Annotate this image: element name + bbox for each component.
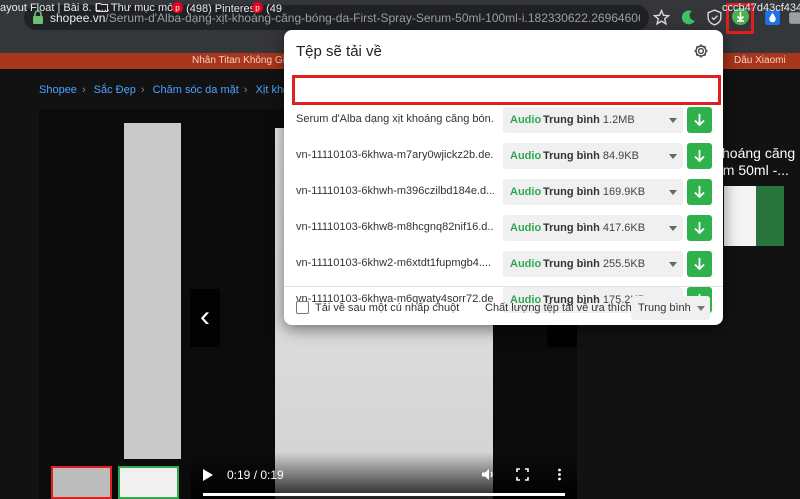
- format-label: Audio: [510, 114, 542, 126]
- media-thumbnail[interactable]: [118, 466, 179, 499]
- promo-text-right: Dâu Xiaomi: [734, 55, 786, 66]
- download-button[interactable]: [687, 251, 712, 277]
- chevron-down-icon: [669, 262, 677, 267]
- breadcrumb: Shopee › Sắc Đẹp › Chăm sóc da mặt › Xịt kh…: [39, 84, 308, 96]
- download-row: Serum d'Alba dạng xịt khoáng căng bón...…: [284, 102, 723, 138]
- folder-icon: [96, 3, 108, 12]
- video-progress-fill: [203, 493, 565, 496]
- format-quality-select[interactable]: Audio Trung bình 1.2MB: [503, 107, 683, 133]
- prev-media-button[interactable]: ‹: [190, 289, 220, 347]
- bookmark-item[interactable]: ayout Float | Bài 8. L...: [0, 2, 110, 14]
- volume-icon[interactable]: [481, 468, 495, 481]
- download-row: vn-11110103-6khwa-m7ary0wjickz2b.de... Au…: [284, 138, 723, 174]
- format-quality-select[interactable]: Audio Trung bình 417.6KB: [503, 215, 683, 241]
- download-button[interactable]: [687, 179, 712, 205]
- download-button[interactable]: [687, 215, 712, 241]
- product-variant-image[interactable]: [724, 186, 784, 246]
- pinterest-icon: p: [252, 2, 263, 13]
- quality-size-label: Trung bình 417.6KB: [543, 222, 646, 234]
- quality-size-label: Trung bình 255.5KB: [543, 258, 646, 270]
- bookmark-pinterest-2[interactable]: p (49: [252, 2, 282, 15]
- preferred-quality-label: Chất lượng tệp tải về ưa thích: [485, 302, 632, 314]
- file-name: vn-11110103-6khwh-m396czilbd184e.d...: [296, 185, 494, 197]
- bookmark-item[interactable]: cccb47d43cf43470...: [722, 2, 800, 14]
- popup-title: Tệp sẽ tải về: [296, 43, 382, 60]
- video-progress[interactable]: [203, 493, 565, 496]
- format-label: Audio: [510, 150, 542, 162]
- shield-icon[interactable]: [706, 9, 723, 26]
- download-arrow-icon: [694, 222, 705, 235]
- popup-divider: [284, 286, 723, 287]
- video-time: 0:19 / 0:19: [227, 468, 284, 482]
- download-button[interactable]: [687, 107, 712, 133]
- download-arrow-icon: [694, 258, 705, 271]
- svg-text:p: p: [175, 4, 180, 13]
- fullscreen-icon[interactable]: [516, 468, 529, 481]
- chevron-down-icon: [697, 306, 705, 311]
- bookmark-pinterest[interactable]: p (498) Pinterest: [172, 2, 258, 15]
- preferred-quality-select[interactable]: Trung bình: [631, 296, 710, 320]
- chevron-down-icon: [669, 118, 677, 123]
- breadcrumb-item[interactable]: Sắc Đẹp: [94, 84, 136, 96]
- play-icon[interactable]: [203, 469, 213, 481]
- selected-row-highlight: [292, 75, 721, 105]
- download-arrow-icon: [694, 150, 705, 163]
- file-name: vn-11110103-6khw2-m6xtdt1fupmgb4....: [296, 257, 492, 269]
- chevron-down-icon: [669, 226, 677, 231]
- gear-icon[interactable]: [693, 43, 709, 59]
- file-name: Serum d'Alba dạng xịt khoáng căng bón...: [296, 113, 494, 125]
- media-thumbnail[interactable]: [51, 466, 112, 499]
- format-label: Audio: [510, 258, 542, 270]
- format-label: Audio: [510, 222, 542, 234]
- download-arrow-icon: [694, 114, 705, 127]
- download-row: vn-11110103-6khwh-m396czilbd184e.d... Aud…: [284, 174, 723, 210]
- chevron-down-icon: [669, 154, 677, 159]
- download-row: vn-11110103-6khw2-m6xtdt1fupmgb4.... Audi…: [284, 246, 723, 282]
- format-quality-select[interactable]: Audio Trung bình 169.9KB: [503, 179, 683, 205]
- star-icon[interactable]: [653, 9, 670, 26]
- format-quality-select[interactable]: Audio Trung bình 84.9KB: [503, 143, 683, 169]
- download-button[interactable]: [687, 143, 712, 169]
- quality-size-label: Trung bình 1.2MB: [543, 114, 635, 126]
- product-title: khoáng căng um 50ml -...: [715, 145, 796, 178]
- media-background-image: [124, 123, 181, 459]
- breadcrumb-item[interactable]: Chăm sóc da mặt: [153, 84, 239, 96]
- download-row: vn-11110103-6khw8-m8hcgnq82nif16.d... Aud…: [284, 210, 723, 246]
- quality-size-label: Trung bình 169.9KB: [543, 186, 646, 198]
- breadcrumb-item[interactable]: Shopee: [39, 84, 77, 96]
- file-name: vn-11110103-6khw8-m8hcgnq82nif16.d...: [296, 221, 494, 233]
- one-click-checkbox[interactable]: [296, 301, 309, 314]
- pinterest-icon: p: [172, 2, 183, 13]
- more-options-icon[interactable]: [557, 468, 562, 481]
- format-label: Audio: [510, 186, 542, 198]
- chevron-down-icon: [669, 190, 677, 195]
- bookmark-folder[interactable]: Thư mục mới: [96, 2, 177, 14]
- svg-text:p: p: [255, 4, 260, 13]
- quality-size-label: Trung bình 84.9KB: [543, 150, 639, 162]
- one-click-label: Tải về sau một cú nhấp chuột: [315, 302, 460, 314]
- format-quality-select[interactable]: Audio Trung bình 255.5KB: [503, 251, 683, 277]
- file-name: vn-11110103-6khwa-m7ary0wjickz2b.de...: [296, 149, 494, 161]
- moon-icon[interactable]: [680, 9, 697, 26]
- download-arrow-icon: [694, 186, 705, 199]
